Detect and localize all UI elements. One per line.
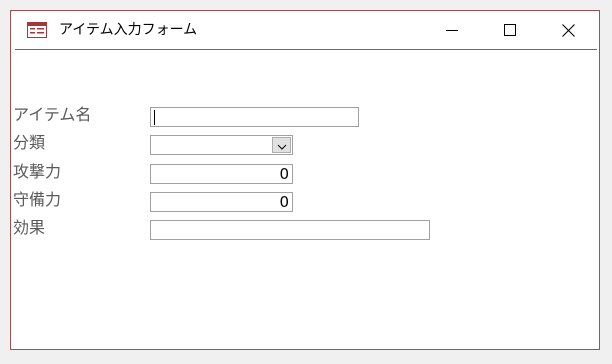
defense-input[interactable]: 0 [150,192,293,212]
maximize-button[interactable] [487,11,533,49]
text-caret [154,110,155,125]
effect-label: 効果 [13,218,46,237]
item-form: アイテム名 分類 攻撃力 0 守備力 0 効果 [11,50,599,349]
minimize-icon [446,24,458,36]
form-window: アイテム入力フォーム アイテム名 分類 攻撃力 0 守備力 0 効果 [10,10,600,350]
attack-label: 攻撃力 [13,162,62,181]
effect-input[interactable] [150,220,430,240]
form-app-icon [27,22,47,38]
item-name-input[interactable] [150,107,359,127]
window-title: アイテム入力フォーム [59,22,198,38]
category-label: 分類 [13,133,46,152]
close-icon [561,23,575,37]
defense-label: 守備力 [13,190,62,209]
maximize-icon [504,24,516,36]
close-button[interactable] [545,11,591,49]
title-bar[interactable]: アイテム入力フォーム [11,11,599,49]
category-dropdown-button[interactable] [272,137,291,153]
minimize-button[interactable] [429,11,475,49]
chevron-down-icon [277,136,287,154]
category-combobox[interactable] [150,135,293,155]
item-name-label: アイテム名 [13,105,92,124]
attack-input[interactable]: 0 [150,164,293,184]
